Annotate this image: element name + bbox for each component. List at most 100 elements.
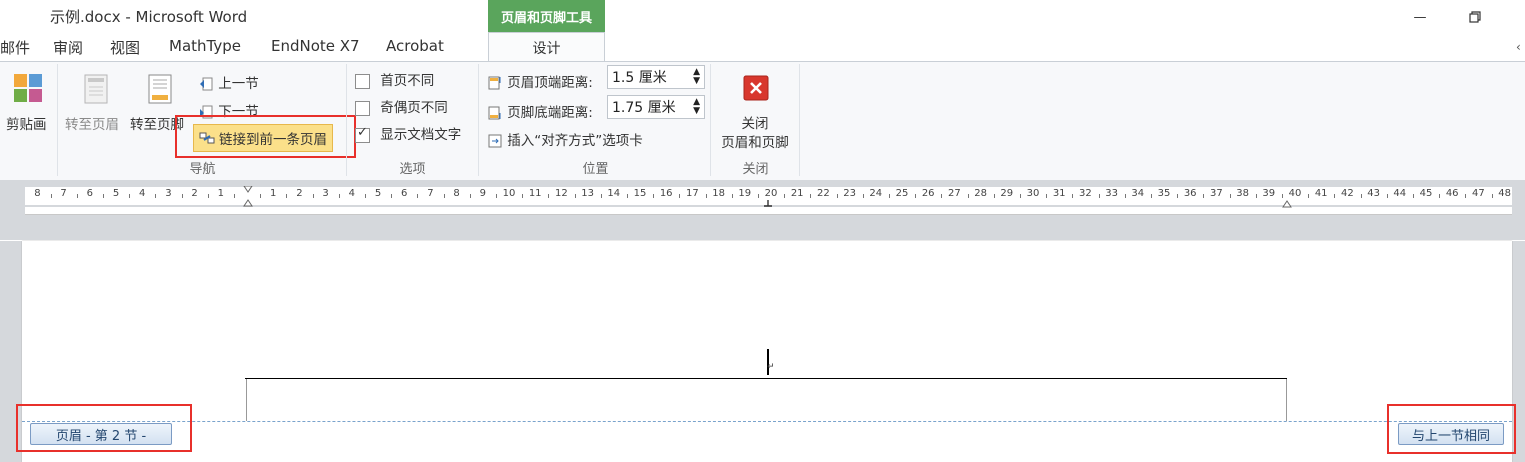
tab-mailings[interactable]: 邮件 — [0, 37, 30, 58]
spinner-arrows-icon[interactable]: ▲ ▼ — [693, 68, 700, 86]
prev-section-button[interactable]: 上一节 — [198, 72, 259, 92]
ruler-label: 35 — [1157, 188, 1171, 199]
goto-footer-button[interactable] — [146, 73, 174, 109]
ruler-tick — [1360, 194, 1362, 198]
ruler-label: 8 — [453, 188, 460, 199]
ruler-label: 7 — [427, 188, 434, 199]
link-previous-icon — [199, 132, 215, 144]
minimize-icon: — — [1413, 9, 1427, 25]
tab-review[interactable]: 审阅 — [53, 37, 83, 58]
ruler-label: 13 — [581, 188, 594, 199]
ruler-tick — [1308, 194, 1310, 198]
ruler-label: 48 — [1498, 188, 1511, 199]
ribbon-collapse-icon[interactable]: ‹ — [1516, 40, 1521, 54]
ruler-label: 1 — [217, 188, 224, 199]
ruler-label: 46 — [1445, 188, 1459, 199]
ruler-tick — [1046, 194, 1048, 198]
ruler-label: 6 — [401, 188, 408, 199]
ruler-label: 11 — [528, 188, 542, 199]
checkmark-icon: ✓ — [357, 124, 368, 140]
ruler-label: 5 — [112, 188, 120, 199]
tab-acrobat[interactable]: Acrobat — [386, 37, 444, 55]
odd-even-checkbox[interactable] — [355, 100, 370, 116]
footer-bottom-icon — [488, 106, 501, 120]
ruler-tick — [1255, 194, 1257, 198]
spinner-arrows-icon[interactable]: ▲ ▼ — [693, 98, 700, 116]
right-indent-marker[interactable] — [1282, 196, 1292, 212]
ruler-label: 9 — [479, 188, 486, 199]
footer-bottom-value: 1.75 厘米 — [612, 100, 676, 116]
ruler-label: 26 — [921, 188, 935, 199]
center-tab-stop[interactable] — [764, 196, 772, 212]
ruler-tick — [1098, 194, 1100, 198]
clipart-button[interactable] — [12, 72, 44, 108]
ruler-tick — [1150, 194, 1152, 198]
header-top-value: 1.5 厘米 — [612, 70, 667, 86]
ruler-label: 28 — [974, 188, 987, 199]
ruler-label: 18 — [712, 188, 725, 199]
group-separator — [346, 64, 347, 176]
header-section-tag[interactable]: 页眉 - 第 2 节 - — [30, 423, 172, 445]
first-page-checkbox[interactable] — [355, 73, 370, 89]
window-title: 示例.docx - Microsoft Word — [50, 8, 248, 26]
show-text-checkbox[interactable]: ✓ — [355, 124, 370, 143]
goto-footer-icon — [148, 74, 172, 104]
footer-bottom-distance-label-wrap: 页脚底端距离: — [487, 101, 593, 121]
ruler-tick — [1072, 194, 1074, 198]
tab-design[interactable]: 设计 — [488, 32, 605, 63]
ruler-label: 47 — [1472, 188, 1485, 199]
ruler-tick — [731, 194, 733, 198]
header-top-label: 页眉顶端距离: — [507, 75, 593, 91]
ruler-tick — [653, 194, 655, 198]
footer-bottom-distance-input[interactable]: 1.75 厘米 ▲ ▼ — [607, 95, 705, 119]
ruler-label: 12 — [555, 188, 568, 199]
ruler-label: 3 — [165, 188, 172, 199]
ruler-label: 25 — [895, 188, 909, 199]
tab-mathtype[interactable]: MathType — [169, 37, 241, 55]
link-to-previous-button[interactable]: 链接到前一条页眉 — [193, 124, 333, 152]
prev-section-label: 上一节 — [218, 76, 259, 92]
ruler-label: 6 — [86, 188, 93, 199]
group-separator — [57, 64, 58, 176]
ruler-tick — [181, 194, 183, 198]
paragraph-mark-icon: ↵ — [767, 362, 775, 372]
group-label-position: 位置 — [582, 162, 609, 177]
ruler-label: 5 — [374, 188, 382, 199]
header-top-distance-input[interactable]: 1.5 厘米 ▲ ▼ — [607, 65, 705, 89]
same-as-previous-tag[interactable]: 与上一节相同 — [1398, 423, 1504, 445]
ruler-tick — [1465, 194, 1467, 198]
left-indent-marker[interactable] — [243, 185, 253, 212]
close-header-footer-button[interactable] — [743, 75, 769, 105]
show-document-text-option[interactable]: ✓ 显示文档文字 — [355, 123, 461, 143]
ruler-tick — [1019, 194, 1021, 198]
insert-alignment-tab-button[interactable]: 插入“对齐方式”选项卡 — [487, 129, 643, 149]
show-text-label: 显示文档文字 — [380, 127, 462, 143]
ruler-tick — [941, 194, 943, 198]
tab-endnote[interactable]: EndNote X7 — [271, 37, 360, 55]
ruler-tick — [888, 194, 890, 198]
minimize-button[interactable]: — — [1405, 6, 1435, 28]
ruler-tick — [286, 194, 288, 198]
ruler-tick — [391, 194, 393, 198]
ruler-tick — [1491, 194, 1493, 198]
ruler-label: 14 — [607, 188, 621, 199]
restore-button[interactable] — [1460, 6, 1490, 28]
first-page-different-option[interactable]: 首页不同 — [355, 69, 434, 89]
ruler-tick — [862, 194, 864, 198]
group-label-close: 关闭 — [742, 162, 769, 177]
ruler-label: 10 — [502, 188, 516, 199]
header-border-line — [245, 378, 1287, 379]
clipart-icon — [14, 74, 42, 102]
group-label-options: 选项 — [399, 162, 426, 177]
contextual-tab-group-label: 页眉和页脚工具 — [488, 0, 605, 32]
goto-header-button[interactable] — [82, 73, 110, 109]
ruler-tick — [626, 194, 628, 198]
tab-view[interactable]: 视图 — [110, 37, 140, 58]
ruler-tick — [1229, 194, 1231, 198]
ruler-tick — [76, 194, 78, 198]
ruler-tick — [522, 194, 524, 198]
header-separator-line — [22, 421, 1512, 422]
ruler-label: 41 — [1314, 188, 1328, 199]
odd-even-different-option[interactable]: 奇偶页不同 — [355, 96, 448, 116]
ruler-label: 19 — [738, 188, 752, 199]
